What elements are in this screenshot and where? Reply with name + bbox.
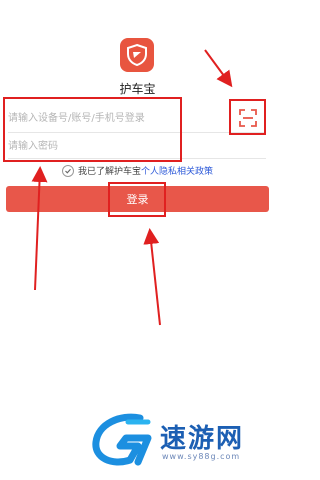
annotation-arrow-inputs	[31, 166, 48, 291]
watermark-logo-icon	[92, 413, 152, 466]
watermark: 速游网 www.sy88g.com	[90, 412, 270, 468]
watermark-title: 速游网	[160, 424, 245, 454]
annotation-arrows	[31, 49, 233, 326]
annotation-arrow-login	[143, 228, 161, 326]
watermark-url: www.sy88g.com	[162, 452, 241, 461]
annotation-arrow-scan	[204, 49, 233, 88]
